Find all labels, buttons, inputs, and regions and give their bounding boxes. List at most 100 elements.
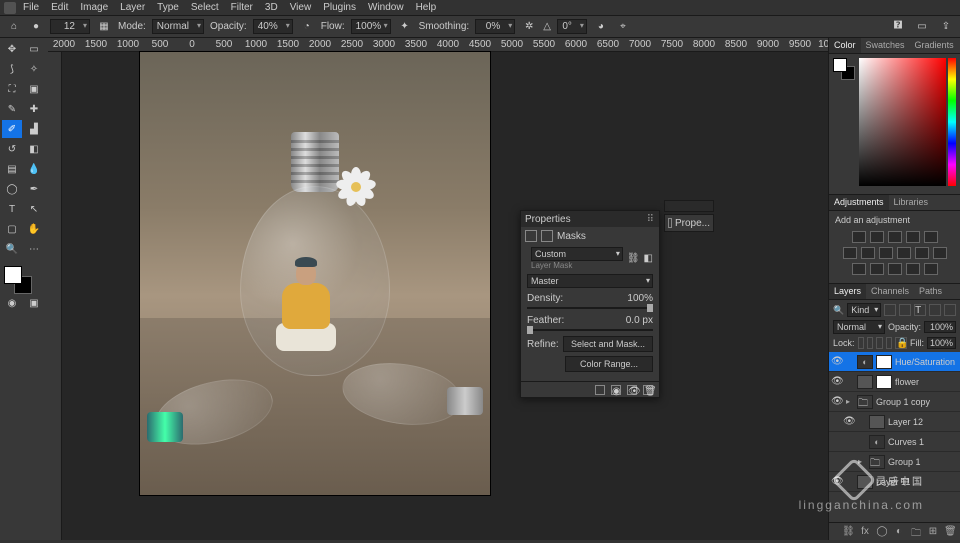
canvas-area[interactable]: [62, 52, 828, 540]
filter-adj-icon[interactable]: [899, 304, 911, 316]
brush-panel-icon[interactable]: ▦: [96, 19, 112, 35]
layer-row[interactable]: Curves 1: [829, 432, 960, 452]
hand-tool-icon[interactable]: ✋: [24, 220, 44, 238]
crop-tool-icon[interactable]: ⛶: [2, 80, 22, 98]
filter-shape-icon[interactable]: [929, 304, 941, 316]
layer-row[interactable]: 👁 Layer 12: [829, 412, 960, 432]
layer-row[interactable]: 👁 Hue/Saturation 1: [829, 352, 960, 372]
properties-title[interactable]: Properties: [525, 214, 571, 225]
layer-name[interactable]: Hue/Saturation 1: [895, 357, 958, 367]
screenmode-icon[interactable]: ▣: [24, 294, 44, 312]
delete-mask-icon[interactable]: 🗑: [643, 385, 653, 395]
menu-select[interactable]: Select: [186, 2, 224, 13]
layer-row[interactable]: 👁 Layer 11: [829, 472, 960, 492]
mask-type-icon[interactable]: [541, 230, 553, 242]
float-tab-header[interactable]: [664, 200, 714, 212]
layer-name[interactable]: Layer 11: [876, 477, 958, 487]
lock-all-icon[interactable]: 🔒: [895, 337, 907, 349]
smoothing-value[interactable]: 0%: [475, 19, 515, 34]
filter-pixel-icon[interactable]: [884, 304, 896, 316]
menu-image[interactable]: Image: [75, 2, 113, 13]
home-icon[interactable]: ⌂: [6, 19, 22, 35]
adj-photofilter-icon[interactable]: [897, 247, 911, 259]
fx-icon[interactable]: fx: [859, 526, 871, 538]
layer-row[interactable]: ▸🗀Group 1: [829, 452, 960, 472]
gradient-tool-icon[interactable]: ▤: [2, 160, 22, 178]
panel-grip-icon[interactable]: ⠿: [647, 214, 655, 225]
layer-name[interactable]: Curves 1: [888, 437, 958, 447]
lasso-tool-icon[interactable]: ⟆: [2, 60, 22, 78]
layer-blend-dropdown[interactable]: Normal: [833, 320, 885, 334]
layer-name[interactable]: flower: [895, 377, 958, 387]
expand-icon[interactable]: ▸: [846, 397, 854, 406]
layer-name[interactable]: Group 1 copy: [876, 397, 958, 407]
visibility-icon[interactable]: 👁: [831, 356, 843, 367]
eyedropper-tool-icon[interactable]: ✎: [2, 100, 22, 118]
feather-slider[interactable]: [527, 329, 653, 331]
layer-thumb[interactable]: [869, 435, 885, 449]
invert-icon[interactable]: ◧: [644, 253, 653, 264]
brush-size-value[interactable]: 12: [50, 19, 90, 34]
brush-preset-icon[interactable]: ●: [28, 19, 44, 35]
layer-thumb[interactable]: [869, 415, 885, 429]
feather-value[interactable]: 0.0 px: [626, 315, 653, 326]
pen-tool-icon[interactable]: ✒: [24, 180, 44, 198]
quickmask-icon[interactable]: ◉: [2, 294, 22, 312]
density-value[interactable]: 100%: [627, 293, 653, 304]
color-swatch[interactable]: [2, 264, 42, 292]
lock-position-icon[interactable]: [876, 337, 882, 349]
layer-row[interactable]: 👁flower: [829, 372, 960, 392]
density-slider[interactable]: [527, 307, 653, 309]
mask-icon[interactable]: ◯: [876, 526, 888, 538]
mask-thumb[interactable]: [876, 355, 892, 369]
mask-thumb[interactable]: [876, 375, 892, 389]
blur-tool-icon[interactable]: 💧: [24, 160, 44, 178]
frame-tool-icon[interactable]: ▣: [24, 80, 44, 98]
mask-preset-dropdown[interactable]: Custom: [531, 247, 623, 261]
move-tool-icon[interactable]: ✥: [2, 40, 22, 58]
adj-exposure-icon[interactable]: [906, 231, 920, 243]
adj-invert-icon[interactable]: [852, 263, 866, 275]
lock-artboard-icon[interactable]: [886, 337, 892, 349]
history-brush-icon[interactable]: ↺: [2, 140, 22, 158]
smoothing-settings-icon[interactable]: ✲: [521, 19, 537, 35]
channel-dropdown[interactable]: Master: [527, 274, 653, 288]
fill-value[interactable]: 100%: [927, 337, 956, 349]
new-layer-icon[interactable]: ⊞: [927, 526, 939, 538]
dodge-tool-icon[interactable]: ◯: [2, 180, 22, 198]
adj-threshold-icon[interactable]: [888, 263, 902, 275]
type-tool-icon[interactable]: T: [2, 200, 22, 218]
delete-layer-icon[interactable]: 🗑: [944, 526, 956, 538]
path-tool-icon[interactable]: ↖: [24, 200, 44, 218]
color-picker[interactable]: [829, 54, 960, 194]
tab-libraries[interactable]: Libraries: [889, 195, 934, 210]
adj-colorbalance-icon[interactable]: [861, 247, 875, 259]
adj-vibrance-icon[interactable]: [924, 231, 938, 243]
adj-posterize-icon[interactable]: [870, 263, 884, 275]
adjustment-layer-icon[interactable]: ◐: [893, 526, 905, 538]
document[interactable]: [140, 52, 490, 495]
layer-thumb[interactable]: [857, 475, 873, 489]
flow-value[interactable]: 100%: [351, 19, 391, 34]
eraser-tool-icon[interactable]: ◧: [24, 140, 44, 158]
layer-name[interactable]: Group 1: [888, 457, 958, 467]
tab-layers[interactable]: Layers: [829, 284, 866, 299]
edit-toolbar-icon[interactable]: ⋯: [24, 240, 44, 258]
color-range-button[interactable]: Color Range...: [565, 356, 653, 372]
share-icon[interactable]: ⇪: [938, 19, 954, 35]
color-field[interactable]: [859, 58, 946, 186]
adj-brightness-icon[interactable]: [852, 231, 866, 243]
mask-thumb-icon[interactable]: [525, 230, 537, 242]
ruler-vertical[interactable]: [48, 52, 62, 540]
adj-lookup-icon[interactable]: [933, 247, 947, 259]
menu-help[interactable]: Help: [411, 2, 442, 13]
visibility-icon[interactable]: 👁: [843, 416, 855, 427]
disable-mask-icon[interactable]: 👁: [627, 385, 637, 395]
angle-value[interactable]: 0°: [557, 19, 587, 34]
workspace-icon[interactable]: ▭: [914, 19, 930, 35]
filter-type-icon[interactable]: T: [914, 304, 926, 316]
adj-bw-icon[interactable]: [879, 247, 893, 259]
menu-file[interactable]: File: [18, 2, 44, 13]
menu-window[interactable]: Window: [363, 2, 409, 13]
layer-name[interactable]: Layer 12: [888, 417, 958, 427]
